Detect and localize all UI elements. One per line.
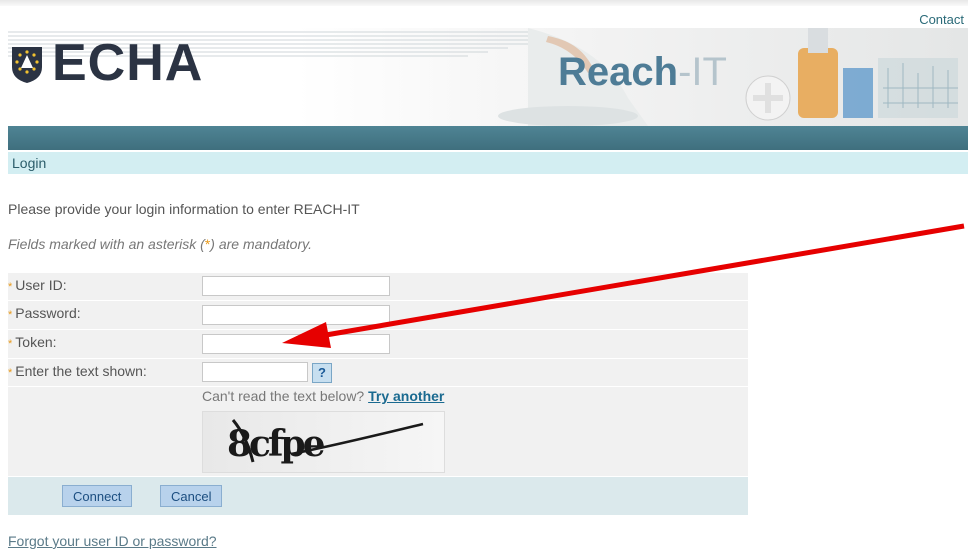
captcha-label: * Enter the text shown: [8,363,147,379]
required-marker: * [8,338,13,350]
captcha-graphic: 8cfpe [227,419,424,465]
reach-it-title: Reach-IT [558,50,727,95]
required-marker: * [8,367,13,379]
mandatory-note-after: ) are mandatory. [210,236,312,252]
required-marker: * [8,281,13,293]
intro-text: Please provide your login information to… [8,201,360,217]
password-label: * Password: [8,305,81,321]
breadcrumb: Login [8,152,968,174]
captcha-text: 8cfpe [227,423,325,465]
captcha-help-text: Can't read the text below? Try another [202,388,444,404]
cancel-button[interactable]: Cancel [160,485,223,507]
button-row: Connect Cancel [8,477,748,515]
required-marker: * [8,309,13,321]
breadcrumb-login: Login [12,155,47,171]
reach-it-title-suffix: -IT [678,50,727,94]
mandatory-note: Fields marked with an asterisk (*) are m… [8,236,312,252]
user-id-label: * User ID: [8,277,67,293]
echa-logo-text: ECHA [52,34,204,92]
top-border [0,0,968,6]
password-input[interactable] [202,305,390,325]
token-label: * Token: [8,334,57,350]
captcha-image: 8cfpe [202,411,445,473]
connect-button[interactable]: Connect [62,485,133,507]
nav-bar [8,126,968,150]
echa-logo: ECHA [8,34,204,92]
password-label-text: Password: [15,305,81,321]
try-another-link[interactable]: Try another [368,388,444,404]
reach-it-title-main: Reach [558,50,679,94]
captcha-label-text: Enter the text shown: [15,363,147,379]
contact-link[interactable]: Contact [919,12,964,27]
user-id-input[interactable] [202,276,390,296]
cant-read-text: Can't read the text below? [202,388,365,404]
echa-emblem-icon [12,47,42,83]
mandatory-note-before: Fields marked with an asterisk ( [8,236,205,252]
help-icon[interactable]: ? [312,363,332,383]
forgot-credentials-link[interactable]: Forgot your user ID or password? [8,533,217,549]
captcha-input[interactable] [202,362,308,382]
token-input[interactable] [202,334,390,354]
token-label-text: Token: [15,334,57,350]
user-id-label-text: User ID: [15,277,67,293]
